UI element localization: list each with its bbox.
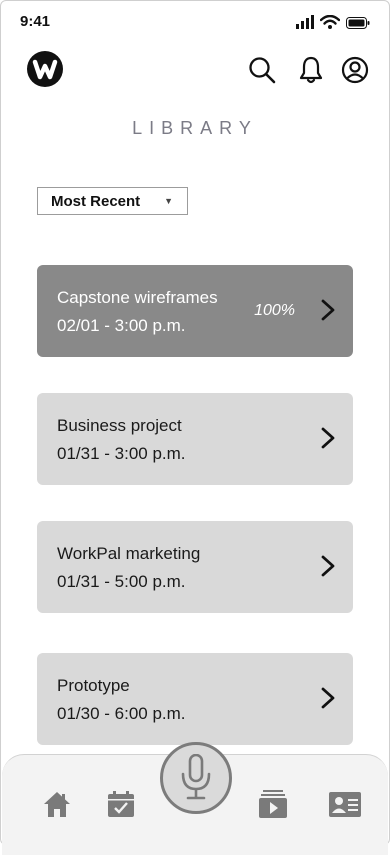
home-icon[interactable]: [42, 789, 72, 819]
chevron-right-icon[interactable]: [321, 555, 335, 577]
chevron-down-icon: ▼: [164, 196, 173, 206]
contact-card-icon[interactable]: [328, 789, 362, 819]
workpal-logo-icon[interactable]: [27, 51, 63, 87]
library-item-date: 01/30 - 6:00 p.m.: [57, 704, 186, 723]
battery-icon: [346, 17, 370, 29]
profile-icon[interactable]: [340, 55, 370, 85]
library-item-workpal-marketing[interactable]: WorkPal marketing 01/31 - 5:00 p.m.: [37, 521, 353, 613]
library-item-title: WorkPal marketing: [57, 544, 201, 563]
sort-selected-label: Most Recent: [51, 192, 141, 210]
microphone-icon: [181, 754, 211, 800]
wifi-icon: [320, 15, 340, 29]
chevron-right-icon[interactable]: [321, 687, 335, 709]
signal-icon: [296, 15, 314, 29]
progress-label: 100%: [254, 302, 295, 319]
library-item-prototype[interactable]: Prototype 01/30 - 6:00 p.m.: [37, 653, 353, 745]
library-item-date: 02/01 - 3:00 p.m.: [57, 316, 186, 335]
page-title: LIBRARY: [132, 118, 258, 138]
library-item-title: Business project: [57, 416, 182, 435]
library-item-date: 01/31 - 5:00 p.m.: [57, 572, 186, 591]
search-icon[interactable]: [247, 55, 277, 85]
video-library-icon[interactable]: [258, 789, 288, 819]
microphone-button[interactable]: [160, 742, 232, 814]
chevron-right-icon[interactable]: [321, 427, 335, 449]
bell-icon[interactable]: [296, 55, 326, 85]
calendar-icon[interactable]: [106, 789, 136, 819]
status-icons: [296, 15, 370, 29]
library-item-capstone-wireframes[interactable]: Capstone wireframes 02/01 - 3:00 p.m. 10…: [37, 265, 353, 357]
library-item-business-project[interactable]: Business project 01/31 - 3:00 p.m.: [37, 393, 353, 485]
library-item-title: Prototype: [57, 676, 130, 695]
chevron-right-icon[interactable]: [321, 299, 335, 321]
library-item-title: Capstone wireframes: [57, 288, 218, 307]
library-item-date: 01/31 - 3:00 p.m.: [57, 444, 186, 463]
status-time: 9:41: [20, 13, 51, 30]
sort-select[interactable]: Most Recent ▼: [37, 187, 188, 215]
